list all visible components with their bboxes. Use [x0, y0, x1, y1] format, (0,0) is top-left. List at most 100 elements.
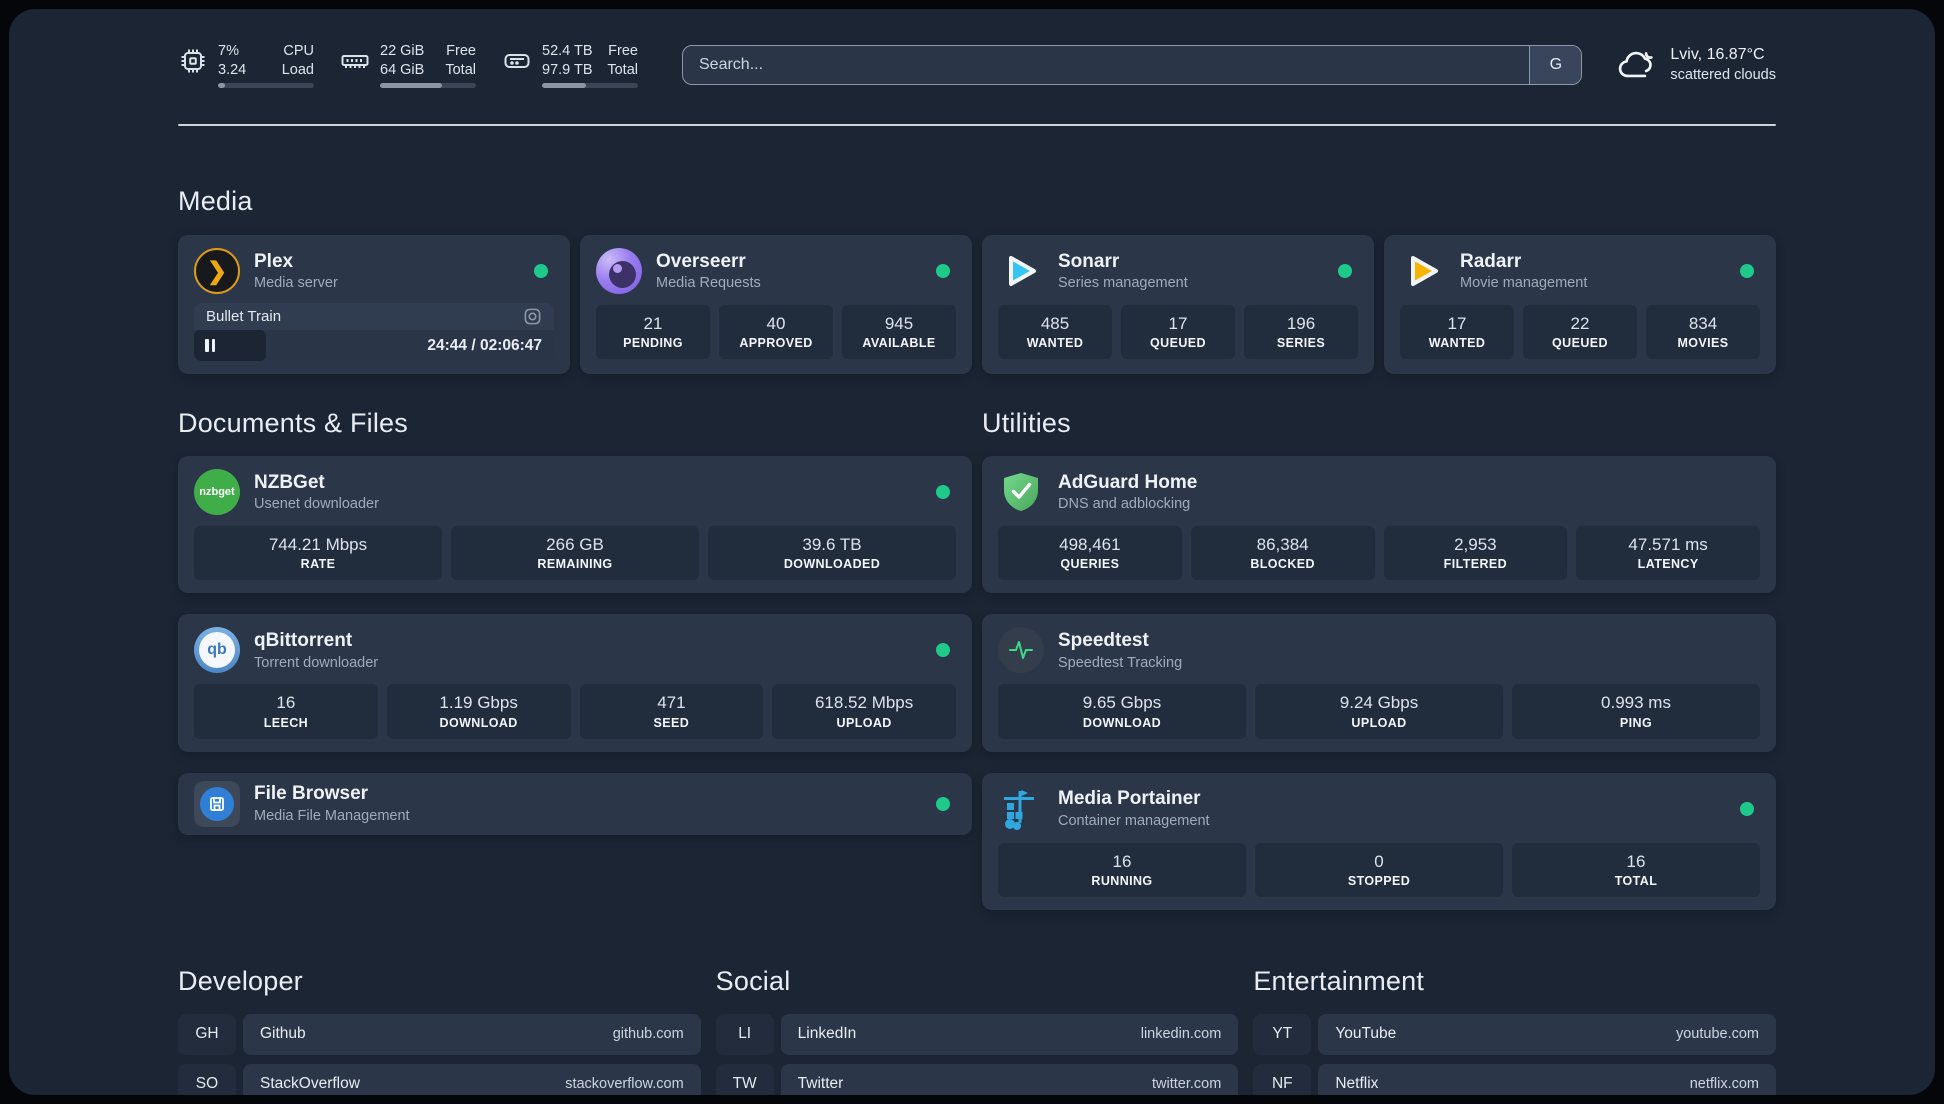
- section-title-media: Media: [178, 186, 253, 216]
- app-name: Radarr: [1460, 250, 1522, 272]
- cpu-load-value: 3.24: [218, 61, 247, 78]
- playback-elapsed: [194, 330, 266, 361]
- weather-widget: Lviv, 16.87°C scattered clouds: [1616, 44, 1776, 85]
- adguard-logo-icon: [998, 469, 1044, 515]
- app-card-filebrowser[interactable]: File Browser Media File Management: [178, 772, 972, 835]
- link-url: netflix.com: [1689, 1076, 1759, 1093]
- filebrowser-logo-icon: [194, 780, 240, 827]
- disk-widget: 52.4 TB Free 97.9 TB Total: [502, 42, 638, 89]
- status-dot: [936, 264, 950, 278]
- dashboard-page: 7% CPU 3.24 Load 22 GiB Free 64 GiB Total: [9, 9, 1935, 1095]
- now-playing-title: Bullet Train: [206, 308, 282, 325]
- stat-queued: 17 QUEUED: [1121, 305, 1235, 360]
- header-divider: [178, 124, 1776, 126]
- stat-queued: 22 QUEUED: [1523, 305, 1637, 360]
- app-name: Plex: [254, 250, 294, 272]
- ram-icon: [341, 54, 369, 68]
- session-detail-icon[interactable]: [523, 307, 542, 326]
- speedtest-logo-icon: [998, 627, 1044, 674]
- section-title-developer: Developer: [178, 965, 303, 996]
- app-name: Overseerr: [656, 250, 746, 272]
- status-dot: [936, 796, 950, 811]
- link-twitter[interactable]: TW Twitter twitter.com: [715, 1063, 1239, 1095]
- disk-icon: [504, 53, 530, 68]
- status-dot: [1740, 801, 1754, 816]
- stat-wanted: 17 WANTED: [1400, 305, 1514, 360]
- app-desc: Usenet downloader: [254, 496, 379, 513]
- app-name: NZBGet: [254, 471, 325, 493]
- link-netflix[interactable]: NF Netflix netflix.com: [1253, 1063, 1776, 1095]
- now-playing-panel: Bullet Train 24:44 / 02:06:47: [194, 303, 554, 361]
- link-tag: SO: [178, 1063, 236, 1095]
- weather-location: Lviv, 16.87°C: [1670, 46, 1765, 64]
- stat-running: 16 RUNNING: [998, 842, 1246, 897]
- link-tag: GH: [178, 1013, 236, 1055]
- status-dot: [936, 643, 950, 658]
- link-stackoverflow[interactable]: SO StackOverflow stackoverflow.com: [178, 1063, 701, 1095]
- app-card-qbittorrent[interactable]: qb qBittorrent Torrent downloader 16 LEEC…: [178, 614, 972, 752]
- memory-total-label: Total: [445, 61, 476, 78]
- cpu-usage-value: 7%: [218, 42, 239, 59]
- disk-free-label: Free: [608, 42, 638, 59]
- stat-leech: 16 LEECH: [194, 684, 378, 739]
- radarr-logo-icon: [1400, 248, 1446, 294]
- app-card-sonarr[interactable]: Sonarr Series management 485 WANTED 17 QUE…: [982, 235, 1374, 374]
- app-desc: Movie management: [1460, 275, 1588, 292]
- app-name: Speedtest: [1058, 629, 1149, 651]
- stat-stopped: 0 STOPPED: [1255, 842, 1503, 897]
- stat-queries: 498,461 QUERIES: [998, 526, 1182, 581]
- playback-progress: 24:44 / 02:06:47: [194, 330, 554, 361]
- search-engine-button[interactable]: G: [1529, 46, 1582, 84]
- app-card-speedtest[interactable]: Speedtest Speedtest Tracking 9.65 Gbps DO…: [982, 614, 1776, 752]
- status-dot: [1740, 264, 1754, 278]
- link-youtube[interactable]: YT YouTube youtube.com: [1253, 1013, 1776, 1055]
- app-card-portainer[interactable]: Media Portainer Container management 16 R…: [982, 772, 1776, 910]
- memory-free-label: Free: [446, 42, 476, 59]
- cloud-icon: [1619, 51, 1654, 78]
- app-desc: Series management: [1058, 275, 1188, 292]
- app-name: File Browser: [254, 783, 369, 805]
- app-card-adguard[interactable]: AdGuard Home DNS and adblocking 498,461 Q…: [982, 456, 1776, 594]
- status-dot: [1338, 264, 1352, 278]
- app-name: qBittorrent: [254, 629, 353, 651]
- stat-latency: 47.571 ms LATENCY: [1576, 526, 1760, 581]
- memory-progress-bar: [380, 83, 476, 89]
- status-dot: [534, 264, 548, 278]
- cpu-progress-bar: [218, 83, 314, 89]
- stat-download: 9.65 Gbps DOWNLOAD: [998, 684, 1246, 739]
- link-url: linkedin.com: [1140, 1026, 1222, 1043]
- sonarr-logo-icon: [998, 248, 1044, 294]
- link-name: LinkedIn: [797, 1025, 857, 1043]
- link-name: StackOverflow: [260, 1075, 360, 1093]
- app-desc: Media Requests: [656, 275, 761, 292]
- app-desc: Media server: [254, 275, 338, 292]
- weather-condition: scattered clouds: [1670, 67, 1776, 84]
- link-linkedin[interactable]: LI LinkedIn linkedin.com: [715, 1013, 1239, 1055]
- link-url: github.com: [612, 1026, 684, 1043]
- stat-upload: 9.24 Gbps UPLOAD: [1255, 684, 1503, 739]
- link-github[interactable]: GH Github github.com: [178, 1013, 701, 1055]
- top-bar: 7% CPU 3.24 Load 22 GiB Free 64 GiB Total: [178, 39, 1776, 91]
- app-card-radarr[interactable]: Radarr Movie management 17 WANTED 22 QUEUE…: [1384, 235, 1776, 374]
- section-title-social: Social: [715, 965, 791, 996]
- plex-logo-icon: ❯: [194, 248, 240, 294]
- disk-total-value: 97.9 TB: [542, 61, 593, 78]
- app-card-plex[interactable]: ❯ Plex Media server Bullet Train 24:44 /…: [178, 235, 570, 374]
- pause-icon[interactable]: [205, 339, 209, 352]
- app-card-nzbget[interactable]: nzbget NZBGet Usenet downloader 744.21 M…: [178, 456, 972, 594]
- app-desc: DNS and adblocking: [1058, 496, 1191, 513]
- link-tag: TW: [715, 1063, 774, 1095]
- stat-approved: 40 APPROVED: [719, 305, 833, 360]
- app-desc: Torrent downloader: [254, 654, 379, 671]
- stat-rate: 744.21 Mbps RATE: [194, 526, 442, 581]
- search-input[interactable]: [683, 46, 1530, 84]
- app-card-overseerr[interactable]: Overseerr Media Requests 21 PENDING 40 APP…: [580, 235, 972, 374]
- status-dot: [936, 485, 950, 499]
- overseerr-logo-icon: [596, 248, 642, 294]
- stat-seed: 471 SEED: [579, 684, 764, 739]
- stat-blocked: 86,384 BLOCKED: [1190, 526, 1375, 581]
- cpu-usage-label: CPU: [283, 42, 314, 59]
- stat-pending: 21 PENDING: [596, 305, 710, 360]
- stat-available: 945 AVAILABLE: [842, 305, 956, 360]
- section-title-documents: Documents & Files: [178, 408, 408, 438]
